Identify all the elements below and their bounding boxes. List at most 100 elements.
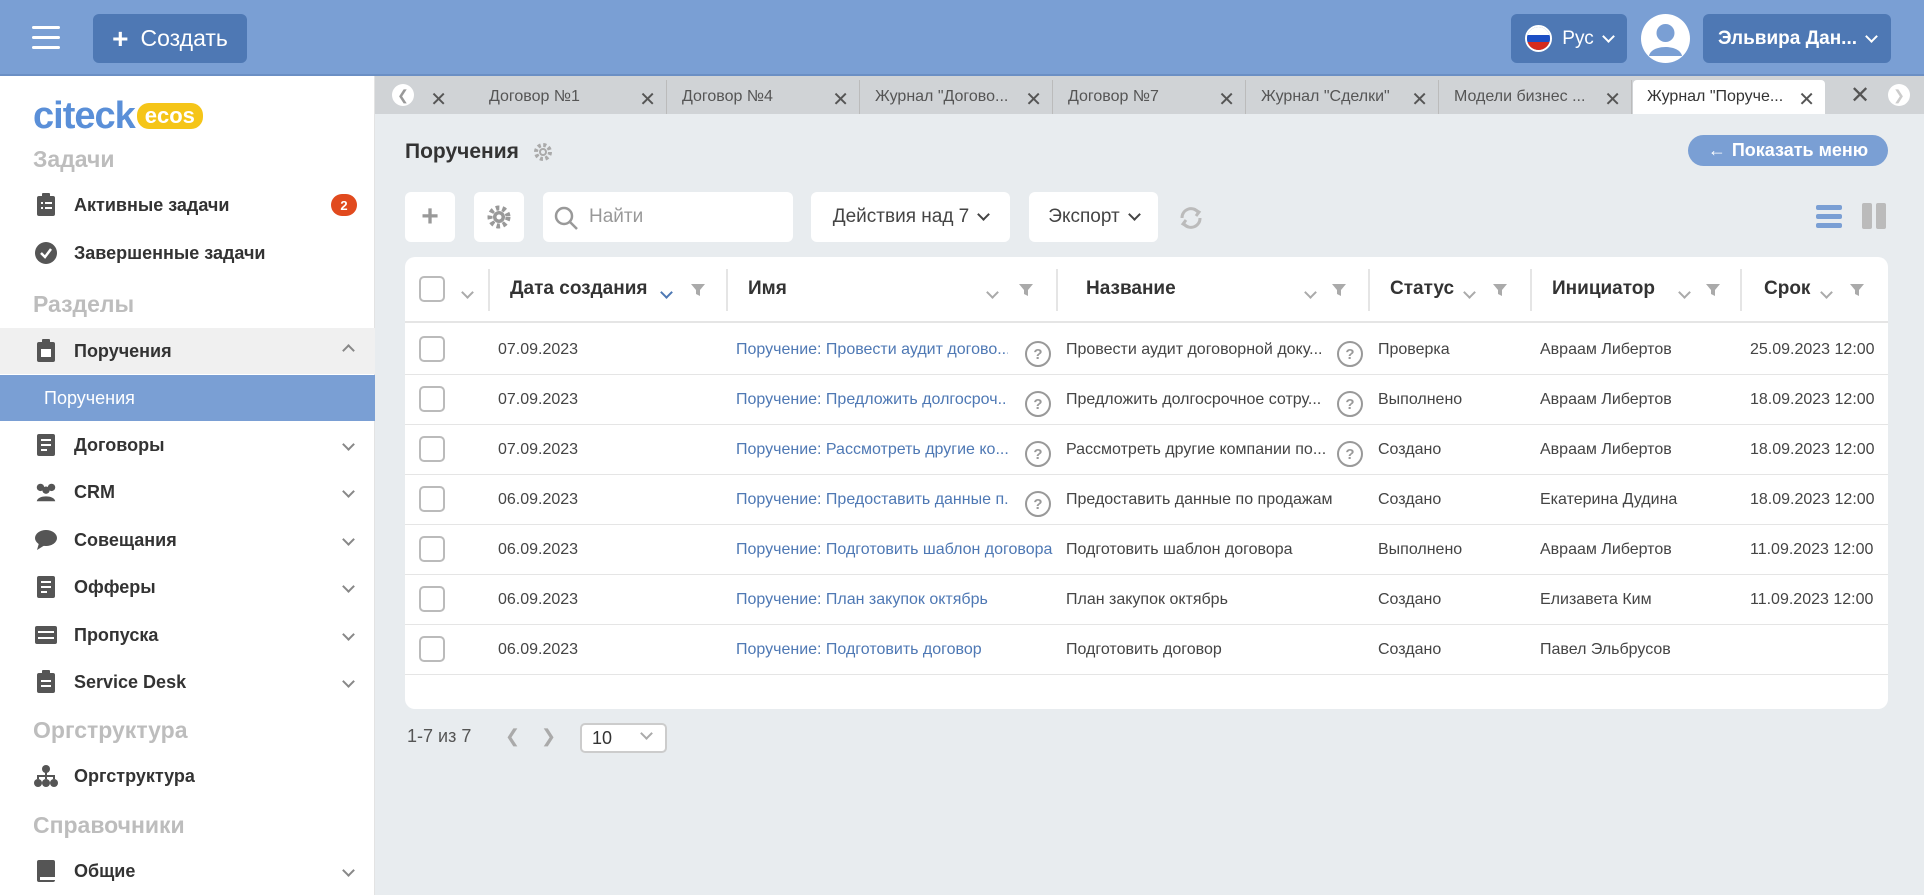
export-dropdown[interactable]: Экспорт	[1029, 192, 1158, 242]
filter-icon[interactable]	[1849, 282, 1865, 298]
chevron-down-icon[interactable]	[461, 281, 474, 303]
sidebar-item-service-desk[interactable]: Service Desk	[0, 659, 375, 705]
user-menu-button[interactable]: Эльвира Дан...	[1703, 14, 1891, 63]
chevron-left-icon[interactable]: ❮	[392, 84, 414, 106]
row-checkbox[interactable]	[419, 336, 445, 362]
table-row[interactable]: 06.09.2023 Поручение: Подготовить договор…	[405, 625, 1888, 675]
table-row[interactable]: 07.09.2023 Поручение: Рассмотреть другие …	[405, 425, 1888, 475]
search-input[interactable]: Найти	[543, 192, 793, 242]
tab-hidden[interactable]: ✕	[425, 80, 447, 114]
avatar[interactable]	[1641, 14, 1690, 63]
tab-journal-contracts[interactable]: Журнал "Догово... ✕	[861, 80, 1053, 114]
help-icon[interactable]: ?	[1337, 341, 1363, 367]
row-checkbox[interactable]	[419, 436, 445, 462]
tab-contract-7[interactable]: Договор №7 ✕	[1054, 80, 1246, 114]
filter-icon[interactable]	[1492, 282, 1508, 298]
row-checkbox[interactable]	[419, 486, 445, 512]
close-icon[interactable]: ✕	[1798, 87, 1815, 112]
filter-icon[interactable]	[1331, 282, 1347, 298]
cell-name-link[interactable]: Поручение: Подготовить договор	[736, 641, 1056, 659]
page-size-select[interactable]: 10	[580, 723, 667, 753]
settings-gear-icon[interactable]	[533, 142, 553, 162]
sidebar-item-general[interactable]: Общие	[0, 848, 375, 894]
column-header-due[interactable]: Срок	[1742, 257, 1888, 323]
help-icon[interactable]: ?	[1337, 441, 1363, 467]
table-row[interactable]: 06.09.2023 Поручение: Предоставить данные…	[405, 475, 1888, 525]
column-header-status[interactable]: Статус	[1370, 257, 1532, 323]
sidebar-item-offers[interactable]: Офферы	[0, 564, 375, 610]
close-icon[interactable]: ✕	[832, 87, 849, 112]
chevron-right-icon[interactable]: ❯	[1888, 84, 1910, 106]
tab-contract-1[interactable]: Договор №1 ✕	[475, 80, 667, 114]
tab-journal-deals[interactable]: Журнал "Сделки" ✕	[1247, 80, 1439, 114]
filter-icon[interactable]	[1018, 282, 1034, 298]
cell-name-link[interactable]: Поручение: Рассмотреть другие ко...	[736, 441, 1008, 459]
cell-name-link[interactable]: Поручение: План закупок октябрь	[736, 591, 1056, 609]
close-icon[interactable]: ✕	[1025, 87, 1042, 112]
hamburger-menu-icon[interactable]	[32, 26, 60, 50]
column-header-name[interactable]: Имя	[728, 257, 1058, 323]
sort-chevron-icon[interactable]	[660, 281, 673, 303]
help-icon[interactable]: ?	[1025, 491, 1051, 517]
select-all-checkbox[interactable]	[419, 276, 445, 302]
row-checkbox[interactable]	[419, 386, 445, 412]
chevron-down-icon[interactable]	[1463, 281, 1476, 303]
filter-icon[interactable]	[690, 282, 706, 298]
close-icon[interactable]: ✕	[639, 87, 656, 112]
sidebar-item-contracts[interactable]: Договоры	[0, 422, 375, 468]
sidebar-item-assignments[interactable]: Поручения	[0, 328, 375, 374]
help-icon[interactable]: ?	[1025, 441, 1051, 467]
settings-button[interactable]	[474, 192, 524, 242]
add-button[interactable]: +	[405, 192, 455, 242]
sidebar-subitem-assignments[interactable]: Поручения	[0, 375, 375, 421]
filter-icon[interactable]	[1705, 282, 1721, 298]
prev-page-icon[interactable]: ❮	[505, 726, 520, 747]
sidebar-item-crm[interactable]: CRM	[0, 469, 375, 515]
chevron-down-icon[interactable]	[1304, 281, 1317, 303]
close-icon[interactable]: ✕	[1218, 87, 1235, 112]
cell-name-link[interactable]: Поручение: Предоставить данные п...	[736, 491, 1008, 509]
tab-journal-assignments[interactable]: Журнал "Поруче... ✕	[1633, 80, 1825, 114]
next-page-icon[interactable]: ❯	[541, 726, 556, 747]
actions-dropdown[interactable]: Действия над 7	[811, 192, 1010, 242]
close-icon[interactable]: ✕	[430, 87, 447, 112]
row-checkbox[interactable]	[419, 536, 445, 562]
tab-business-models[interactable]: Модели бизнес ... ✕	[1440, 80, 1632, 114]
cell-name-link[interactable]: Поручение: Подготовить шаблон договора	[736, 541, 1056, 559]
help-icon[interactable]: ?	[1025, 341, 1051, 367]
chevron-down-icon[interactable]	[1678, 281, 1691, 303]
help-icon[interactable]: ?	[1337, 391, 1363, 417]
sidebar-item-passes[interactable]: Пропуска	[0, 612, 375, 658]
sidebar-item-meetings[interactable]: Совещания	[0, 517, 375, 563]
chevron-down-icon[interactable]	[986, 281, 999, 303]
users-icon	[34, 480, 58, 504]
column-header-date[interactable]: Дата создания	[490, 257, 728, 323]
row-checkbox[interactable]	[419, 586, 445, 612]
cell-name-link[interactable]: Поручение: Предложить долгосроч...	[736, 391, 1008, 409]
language-selector[interactable]: Рус	[1511, 14, 1627, 63]
table-row[interactable]: 06.09.2023 Поручение: Подготовить шаблон …	[405, 525, 1888, 575]
chevron-down-icon[interactable]	[1820, 281, 1833, 303]
refresh-icon[interactable]	[1177, 204, 1205, 237]
sidebar-item-active-tasks[interactable]: Активные задачи 2	[0, 182, 375, 228]
list-view-icon[interactable]	[1815, 202, 1843, 235]
show-menu-button[interactable]: ← Показать меню	[1688, 135, 1888, 166]
close-icon[interactable]: ✕	[1604, 87, 1621, 112]
column-header-title[interactable]: Название	[1058, 257, 1370, 323]
sidebar-item-done-tasks[interactable]: Завершенные задачи	[0, 230, 375, 276]
column-header-initiator[interactable]: Инициатор	[1532, 257, 1742, 323]
table-row[interactable]: 07.09.2023 Поручение: Предложить долгосро…	[405, 375, 1888, 425]
gear-icon	[487, 205, 511, 229]
table-row[interactable]: 06.09.2023 Поручение: План закупок октябр…	[405, 575, 1888, 625]
split-view-icon[interactable]	[1861, 202, 1887, 235]
close-icon[interactable]: ✕	[1411, 87, 1428, 112]
table-row[interactable]: 07.09.2023 Поручение: Провести аудит дого…	[405, 325, 1888, 375]
row-checkbox[interactable]	[419, 636, 445, 662]
create-button[interactable]: + Создать	[93, 14, 247, 63]
tab-contract-4[interactable]: Договор №4 ✕	[668, 80, 860, 114]
close-all-icon[interactable]: ✕	[1850, 81, 1870, 110]
sidebar-item-orgstructure[interactable]: Оргструктура	[0, 753, 375, 799]
help-icon[interactable]: ?	[1025, 391, 1051, 417]
cell-name-link[interactable]: Поручение: Провести аудит догово...	[736, 341, 1008, 359]
logo[interactable]: citeck ecos	[33, 97, 203, 135]
